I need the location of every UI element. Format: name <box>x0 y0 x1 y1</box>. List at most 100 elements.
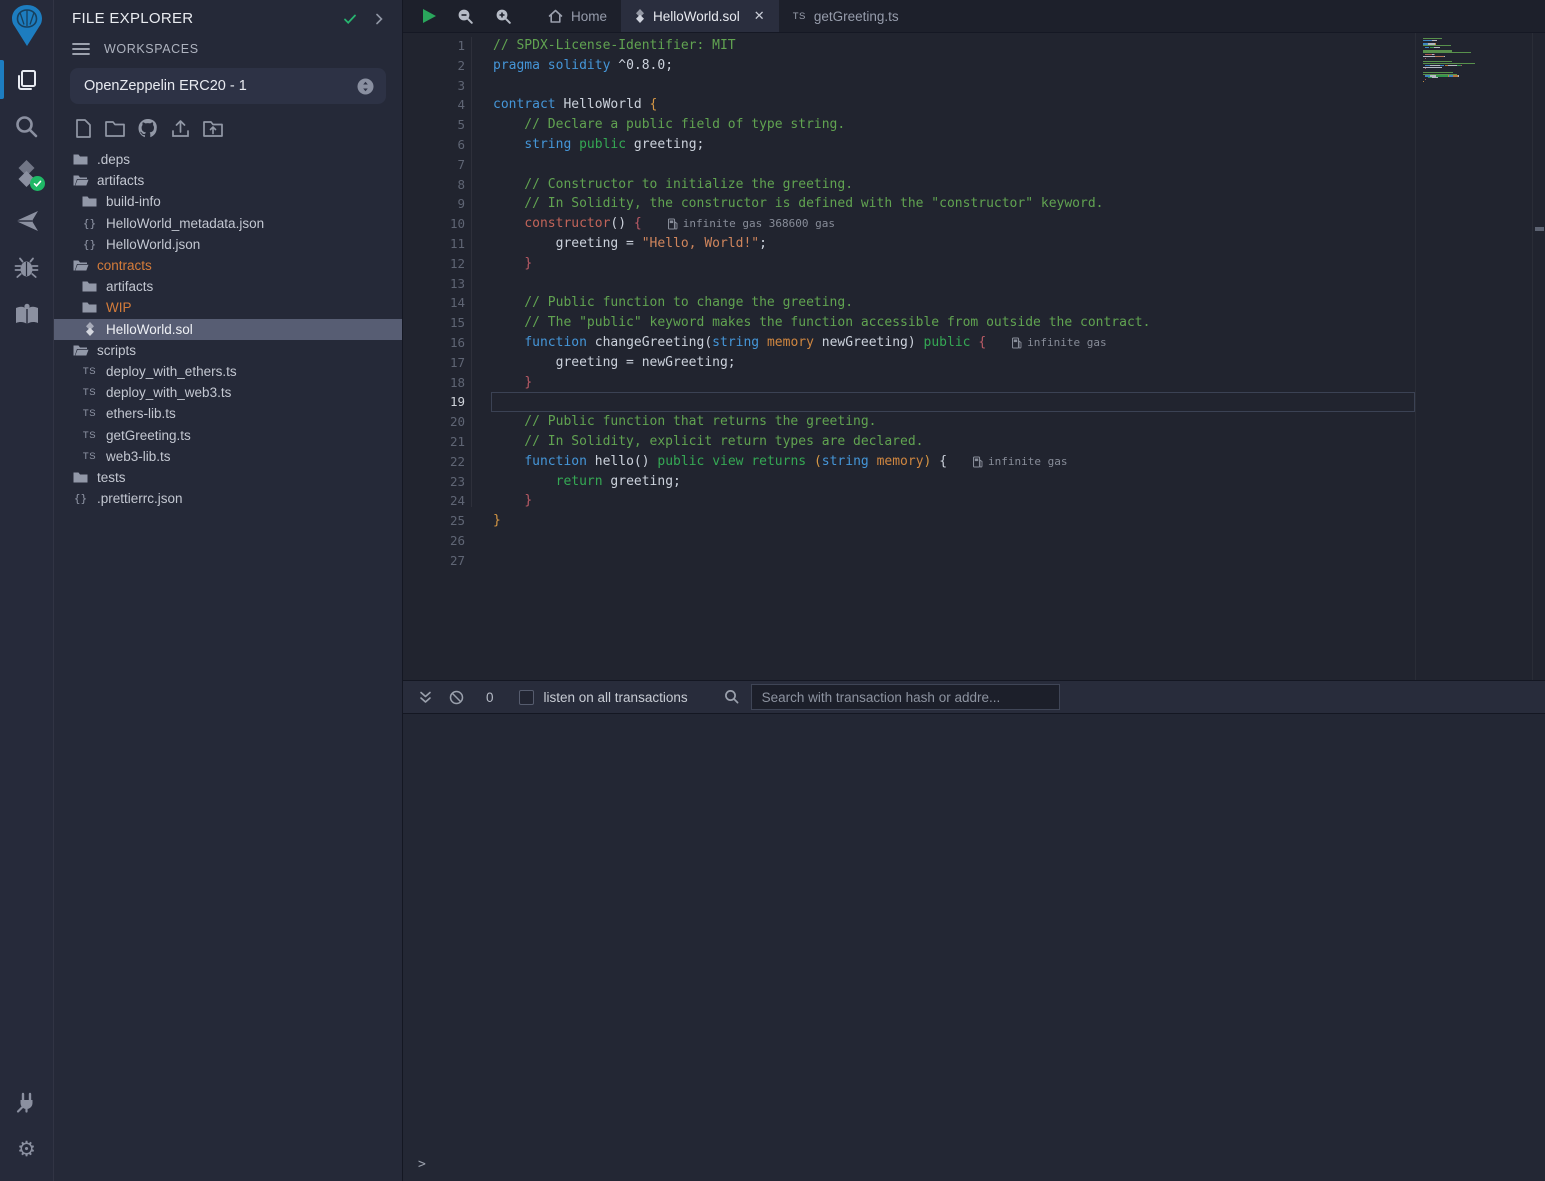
code-line-16[interactable]: 16 function changeGreeting(string memory… <box>403 333 1545 353</box>
code-line-6[interactable]: 6 string public greeting; <box>403 135 1545 155</box>
code-line-7[interactable]: 7 <box>403 155 1545 175</box>
terminal-body[interactable]: > <box>403 714 1545 1181</box>
solidity-icon <box>635 9 645 23</box>
deploy-and-run-button[interactable] <box>0 197 53 244</box>
tree-item-deploy-with-ethers-ts[interactable]: TSdeploy_with_ethers.ts <box>54 361 402 382</box>
file-explorer-button[interactable] <box>0 56 53 103</box>
workspace-select[interactable]: OpenZeppelin ERC20 - 1 <box>70 68 386 104</box>
code-line-23[interactable]: 23 return greeting; <box>403 472 1545 492</box>
code-line-5[interactable]: 5 // Declare a public field of type stri… <box>403 115 1545 135</box>
tab-label: HelloWorld.sol <box>653 9 740 24</box>
tree-item-deploy-with-web3-ts[interactable]: TSdeploy_with_web3.ts <box>54 382 402 403</box>
terminal-collapse-icon[interactable] <box>418 690 433 705</box>
code-text: string public greeting; <box>465 135 704 155</box>
debugger-button[interactable] <box>0 244 53 291</box>
code-text: } <box>465 254 532 274</box>
code-line-26[interactable]: 26 <box>403 531 1545 551</box>
hamburger-menu-icon[interactable] <box>72 42 90 56</box>
code-text: // In Solidity, explicit return types ar… <box>465 432 923 452</box>
code-text: // The "public" keyword makes the functi… <box>465 313 1150 333</box>
code-line-15[interactable]: 15 // The "public" keyword makes the fun… <box>403 313 1545 333</box>
tab-home[interactable]: Home <box>534 0 621 32</box>
remix-logo[interactable] <box>0 0 53 56</box>
tree-item-build-info[interactable]: build-info <box>54 191 402 212</box>
code-text: // Public function that returns the gree… <box>465 412 877 432</box>
solidity-compiler-button[interactable] <box>0 150 53 197</box>
zoom-out-icon[interactable] <box>457 8 474 25</box>
listen-transactions-checkbox[interactable] <box>519 690 534 705</box>
code-editor[interactable]: 1// SPDX-License-Identifier: MIT2pragma … <box>403 33 1545 680</box>
code-line-11[interactable]: 11 greeting = "Hello, World!"; <box>403 234 1545 254</box>
gas-estimate-widget[interactable]: infinite gas 368600 gas <box>668 214 835 234</box>
code-line-20[interactable]: 20 // Public function that returns the g… <box>403 412 1545 432</box>
new-folder-icon[interactable] <box>104 119 126 138</box>
overview-ruler[interactable] <box>1532 33 1545 680</box>
clear-console-icon[interactable] <box>449 690 464 705</box>
tree-item-label: artifacts <box>97 173 144 188</box>
code-text: function changeGreeting(string memory ne… <box>465 333 986 353</box>
upload-file-icon[interactable] <box>170 118 191 139</box>
gas-estimate-widget[interactable]: infinite gas <box>973 452 1067 472</box>
learneth-button[interactable] <box>0 291 53 338</box>
code-line-18[interactable]: 18 } <box>403 373 1545 393</box>
minimap[interactable] <box>1415 33 1535 680</box>
tree-item-wip[interactable]: WIP <box>54 297 402 318</box>
code-line-24[interactable]: 24 } <box>403 491 1545 511</box>
tree-item-contracts[interactable]: contracts <box>54 255 402 276</box>
line-number: 2 <box>403 56 465 76</box>
tree-item-label: WIP <box>106 300 132 315</box>
tree-item-getgreeting-ts[interactable]: TSgetGreeting.ts <box>54 424 402 445</box>
code-line-12[interactable]: 12 } <box>403 254 1545 274</box>
code-line-22[interactable]: 22 function hello() public view returns … <box>403 452 1545 472</box>
tree-item--deps[interactable]: .deps <box>54 149 402 170</box>
code-line-3[interactable]: 3 <box>403 76 1545 96</box>
tree-item-artifacts[interactable]: artifacts <box>54 276 402 297</box>
line-number: 13 <box>403 274 465 294</box>
code-line-21[interactable]: 21 // In Solidity, explicit return types… <box>403 432 1545 452</box>
tree-item-web3-lib-ts[interactable]: TSweb3-lib.ts <box>54 446 402 467</box>
gas-estimate-widget[interactable]: infinite gas <box>1012 333 1106 353</box>
close-tab-icon[interactable]: ✕ <box>754 8 765 24</box>
tree-item-helloworld-json[interactable]: {}HelloWorld.json <box>54 234 402 255</box>
code-line-17[interactable]: 17 greeting = newGreeting; <box>403 353 1545 373</box>
listen-transactions-label: listen on all transactions <box>544 690 688 705</box>
code-line-10[interactable]: 10 constructor() {infinite gas 368600 ga… <box>403 214 1545 234</box>
settings-button[interactable]: ⚙ <box>0 1126 53 1173</box>
tree-item-scripts[interactable]: scripts <box>54 340 402 361</box>
code-line-2[interactable]: 2pragma solidity ^0.8.0; <box>403 56 1545 76</box>
gas-estimate-label: infinite gas <box>1027 333 1106 353</box>
code-line-27[interactable]: 27 <box>403 551 1545 571</box>
tab-helloworld-sol[interactable]: HelloWorld.sol ✕ <box>621 0 779 32</box>
activity-bar-spacer <box>0 338 53 1079</box>
code-line-19[interactable]: 19 <box>403 392 1545 412</box>
tree-item-artifacts[interactable]: artifacts <box>54 170 402 191</box>
plugin-manager-button[interactable] <box>0 1079 53 1126</box>
code-line-13[interactable]: 13 <box>403 274 1545 294</box>
deploy-icon <box>14 208 40 234</box>
code-line-14[interactable]: 14 // Public function to change the gree… <box>403 293 1545 313</box>
tab-getgreeting-ts[interactable]: TSgetGreeting.ts <box>779 0 913 32</box>
code-line-25[interactable]: 25} <box>403 511 1545 531</box>
tree-item-label: web3-lib.ts <box>106 449 171 464</box>
code-line-4[interactable]: 4contract HelloWorld { <box>403 95 1545 115</box>
tree-item-helloworld-sol[interactable]: HelloWorld.sol <box>54 319 402 340</box>
zoom-in-icon[interactable] <box>495 8 512 25</box>
github-icon[interactable] <box>137 118 159 139</box>
code-line-8[interactable]: 8 // Constructor to initialize the greet… <box>403 175 1545 195</box>
terminal-search-input[interactable] <box>751 684 1060 710</box>
tree-item-helloworld-metadata-json[interactable]: {}HelloWorld_metadata.json <box>54 213 402 234</box>
tree-item--prettierrc-json[interactable]: {}.prettierrc.json <box>54 488 402 509</box>
file-explorer-panel: FILE EXPLORER WORKSPACES OpenZeppelin ER… <box>54 0 403 1181</box>
tree-item-ethers-lib-ts[interactable]: TSethers-lib.ts <box>54 403 402 424</box>
upload-folder-icon[interactable] <box>202 119 224 138</box>
code-line-1[interactable]: 1// SPDX-License-Identifier: MIT <box>403 36 1545 56</box>
search-icon <box>14 114 39 139</box>
new-file-icon[interactable] <box>74 118 93 139</box>
tree-item-tests[interactable]: tests <box>54 467 402 488</box>
code-line-9[interactable]: 9 // In Solidity, the constructor is def… <box>403 194 1545 214</box>
search-button[interactable] <box>0 103 53 150</box>
line-number: 25 <box>403 511 465 531</box>
chevron-right-icon[interactable] <box>372 12 386 26</box>
run-script-button[interactable] <box>423 9 436 23</box>
tab-bar: Home HelloWorld.sol ✕ TSgetGreeting.ts <box>403 0 1545 33</box>
